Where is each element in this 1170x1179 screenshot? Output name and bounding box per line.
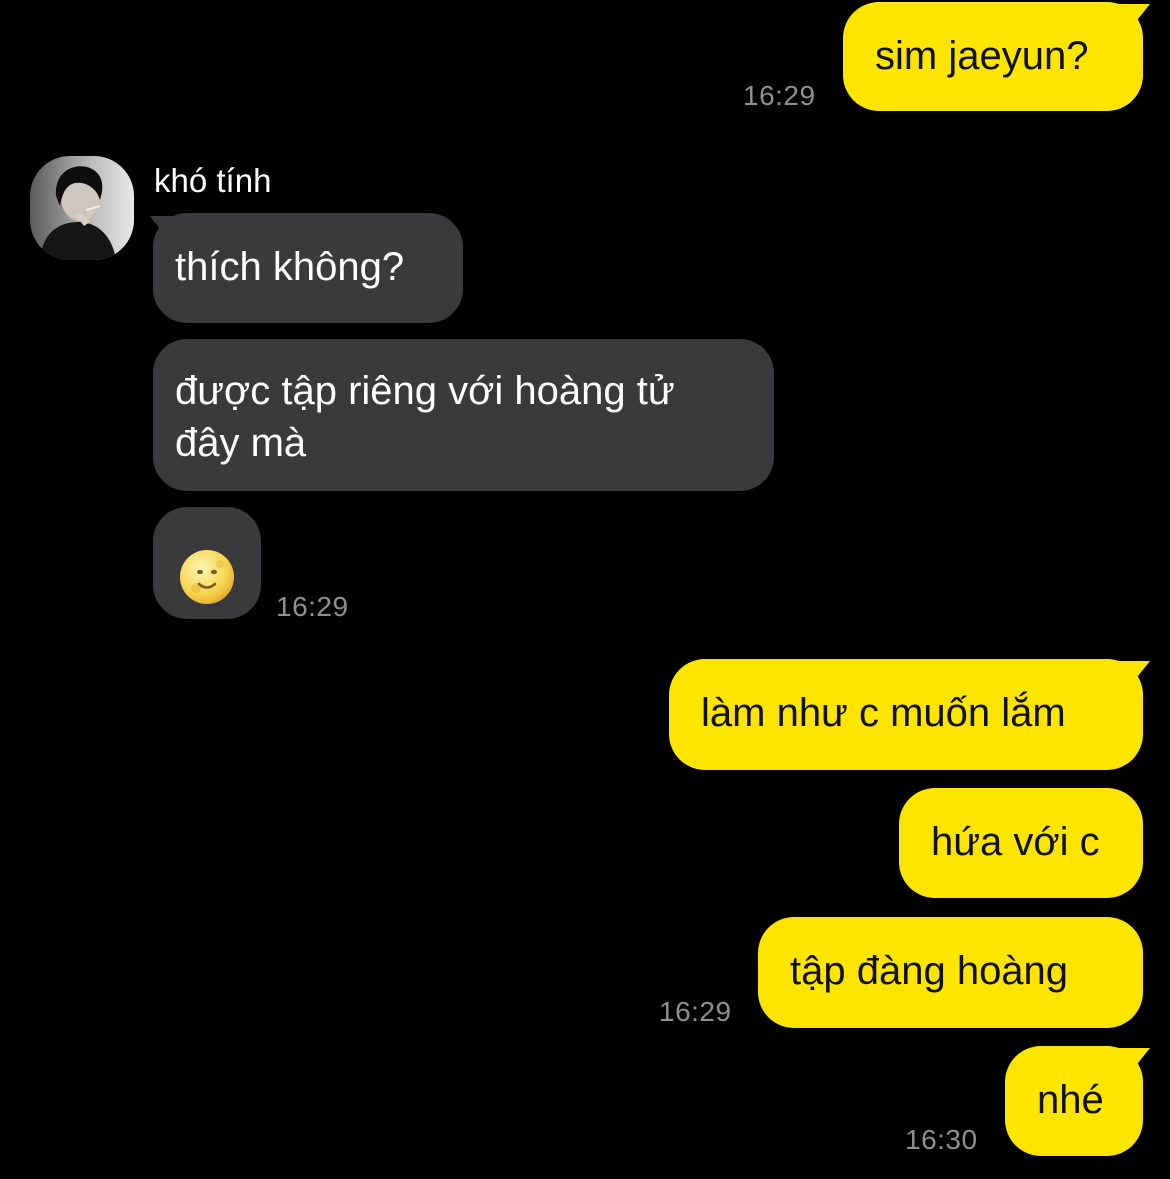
- contact-avatar[interactable]: [30, 156, 134, 260]
- message-timestamp: 16:30: [905, 1124, 978, 1155]
- incoming-message-bubble[interactable]: thích không?: [153, 213, 463, 323]
- message-text: thích không?: [175, 245, 405, 289]
- full-moon-face-icon: [180, 550, 234, 604]
- profile-photo-avatar-icon: [30, 156, 134, 260]
- outgoing-message-bubble[interactable]: sim jaeyun?: [843, 2, 1143, 111]
- outgoing-message-bubble[interactable]: nhé: [1005, 1046, 1143, 1156]
- message-text: làm như c muốn lắm: [701, 691, 1066, 735]
- outgoing-message-bubble[interactable]: làm như c muốn lắm: [669, 659, 1143, 770]
- message-timestamp: 16:29: [659, 996, 732, 1027]
- message-text: sim jaeyun?: [875, 34, 1089, 78]
- outgoing-message-bubble[interactable]: tập đàng hoàng: [758, 917, 1143, 1028]
- message-timestamp: 16:29: [276, 591, 349, 622]
- sender-name: khó tính: [154, 162, 272, 199]
- message-text: được tập riêng với hoàng tử đây mà: [175, 369, 675, 465]
- outgoing-message-bubble[interactable]: hứa với c: [899, 788, 1143, 898]
- message-text: hứa với c: [931, 820, 1100, 864]
- message-timestamp: 16:29: [743, 80, 816, 111]
- message-text: tập đàng hoàng: [790, 949, 1069, 993]
- incoming-message-bubble[interactable]: được tập riêng với hoàng tử đây mà: [153, 339, 774, 491]
- message-text: nhé: [1037, 1078, 1104, 1122]
- incoming-emoji-bubble[interactable]: 🌝: [153, 507, 261, 619]
